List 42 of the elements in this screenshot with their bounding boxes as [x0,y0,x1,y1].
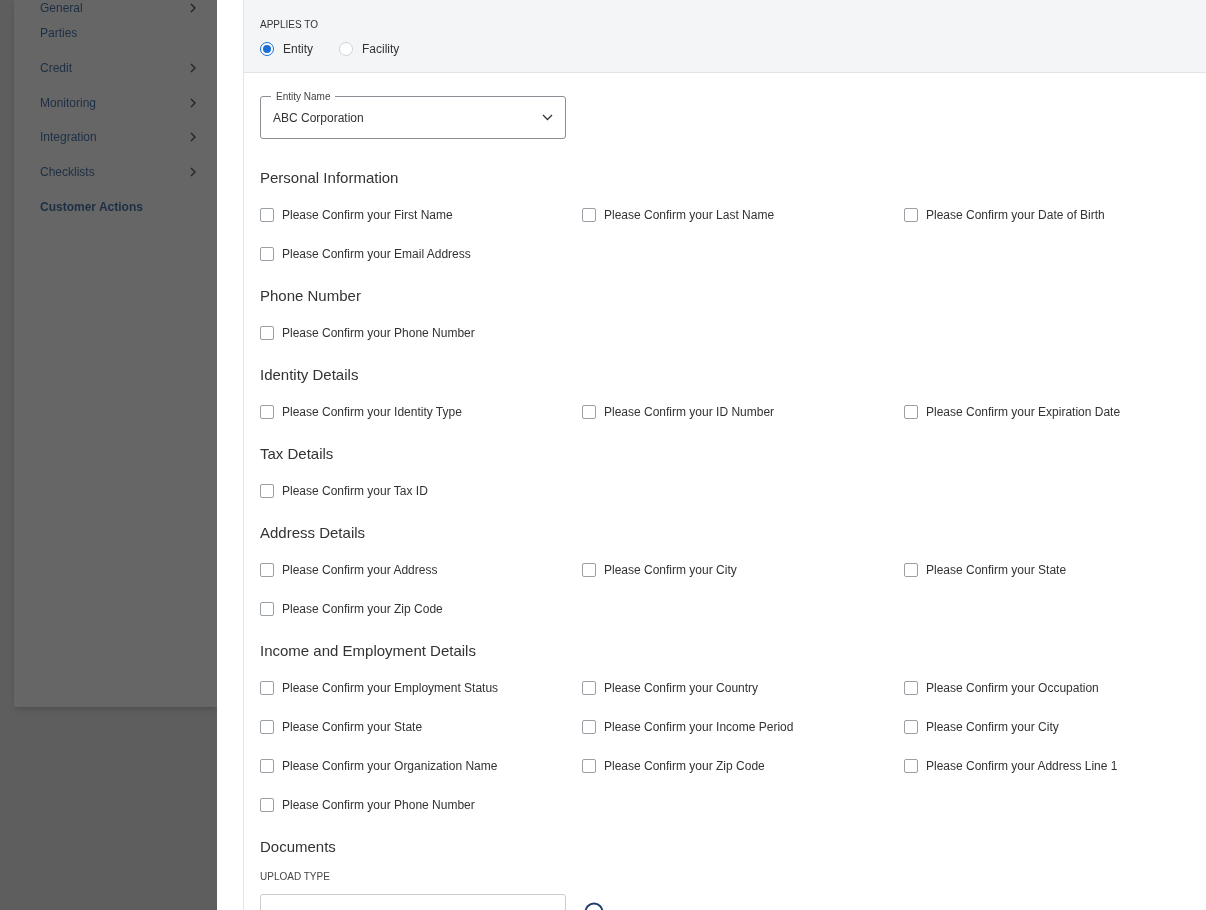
checkbox-label: Please Confirm your Expiration Date [926,403,1121,421]
section-heading: Tax Details [260,444,335,464]
checkbox-label: Please Confirm your Country [604,679,759,697]
checkbox-label: Please Confirm your Employment Status [282,679,499,697]
checkbox-label: Please Confirm your Address [282,561,438,579]
checkbox-label: Please Confirm your Phone Number [282,796,475,814]
checkbox-label: Please Confirm your Address Line 1 [926,757,1118,775]
checkbox-label: Please Confirm your Phone Number [282,324,475,342]
checkbox-label: Please Confirm your State [282,718,423,736]
checkbox-label: Please Confirm your Date of Birth [926,206,1105,224]
applies-to-label: APPLIES TO [260,18,319,32]
sidebar-item[interactable]: Integration [14,120,217,155]
section-heading: Phone Number [260,286,362,306]
sidebar-item[interactable]: Customer Actions [14,189,217,225]
checkbox-label: Please Confirm your Tax ID [282,482,428,500]
checkbox-label: Please Confirm your Last Name [604,206,775,224]
checkbox-label: Please Confirm your Income Period [604,718,794,736]
section-heading: Income and Employment Details [260,641,477,661]
checkbox-label: Please Confirm your City [926,718,1059,736]
checkbox-label: Please Confirm your Zip Code [282,600,443,618]
checkbox-label: Please Confirm your Identity Type [282,403,462,421]
checkbox-label: Please Confirm your City [604,561,737,579]
section-heading: Identity Details [260,365,360,385]
floating-label: Entity Name [271,89,336,104]
sidebar-item[interactable]: Monitoring [14,85,217,121]
upload-type-label: UPLOAD TYPE [260,870,331,884]
section-heading: Documents [260,837,337,857]
sidebar-item[interactable]: Credit [14,50,217,86]
sidebar-item[interactable]: Parties [14,16,217,51]
checkbox-label: Please Confirm your Email Address [282,245,471,263]
section-heading: Address Details [260,523,367,543]
checkbox-label: Please Confirm your Organization Name [282,757,498,775]
checkbox-label: Please Confirm your State [926,561,1067,579]
sidebar-item[interactable]: Checklists [14,154,217,190]
checkbox-label: Please Confirm your First Name [282,206,453,224]
sidebar-item[interactable]: General [14,0,217,16]
section-heading: Personal Information [260,168,400,188]
checkbox-label: Please Confirm your ID Number [604,403,775,421]
radio-option[interactable]: Facility [339,40,400,58]
checkbox-label: Please Confirm your Occupation [926,679,1099,697]
checkbox-label: Please Confirm your Zip Code [604,757,765,775]
radio-option[interactable]: Entity [260,40,313,58]
